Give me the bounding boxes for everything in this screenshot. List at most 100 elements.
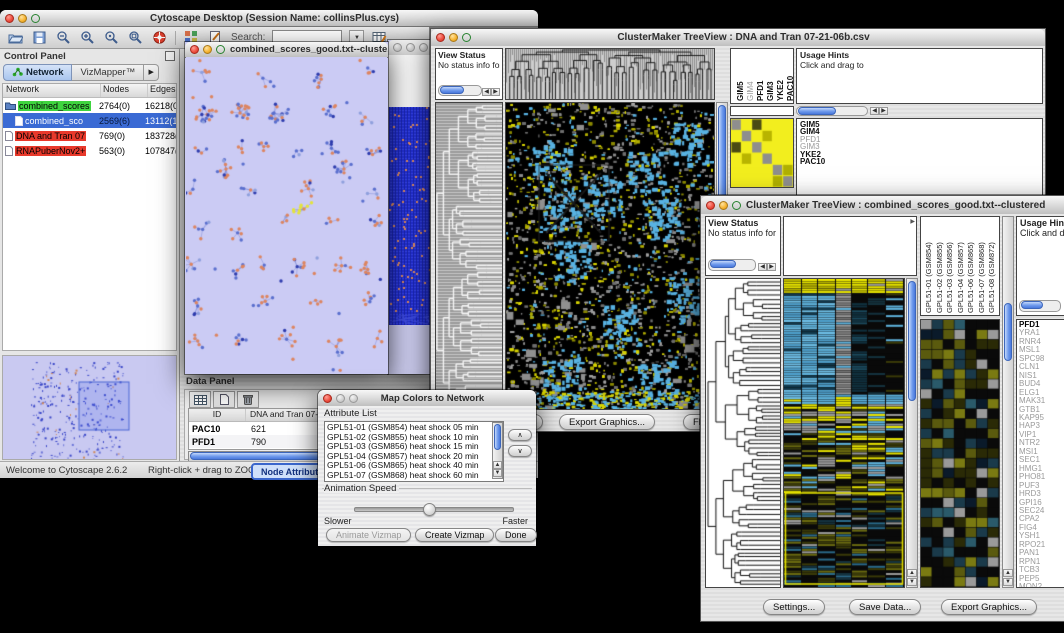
zoom-button[interactable] [349,394,358,403]
gene-list-item[interactable]: GIM3 [800,143,1039,150]
tab-network[interactable]: Network [3,64,72,81]
column-label[interactable]: GPL51-07 (GSM868) [977,221,987,313]
minimize-button[interactable] [336,394,345,403]
create-vizmap-button[interactable]: Create Vizmap [415,528,494,542]
scroll-left-arrow[interactable]: ◀ [870,107,879,115]
float-panel-icon[interactable] [165,51,175,61]
column-label[interactable]: GIM5 [736,55,745,101]
open-file-icon[interactable] [7,29,24,46]
heatmap-vscrollbar[interactable]: ▲ ▼ [906,278,918,588]
datapanel-col-id[interactable]: ID [189,409,246,421]
scroll-down-arrow[interactable]: ▼ [907,578,917,586]
minimize-button[interactable] [406,43,415,52]
network-row[interactable]: RNAPuberNov2+ 563(0) 107847(0) [3,143,176,158]
view-status-scrollbar[interactable] [708,259,756,271]
view-status-scrollbar[interactable] [438,85,482,96]
attribute-list-scrollbar[interactable]: ▲ ▼ [492,422,503,479]
dense-network-canvas[interactable] [389,107,432,325]
scroll-left-arrow[interactable]: ◀ [758,263,767,271]
minimize-button[interactable] [18,14,27,23]
column-label[interactable]: GIM3 [766,55,775,101]
col-header-edges[interactable]: Edges [148,84,176,97]
new-document-icon[interactable] [213,391,235,408]
scroll-down-arrow[interactable]: ▼ [1003,578,1013,586]
export-graphics-button[interactable]: Export Graphics... [559,414,655,430]
zoom-button[interactable] [462,33,471,42]
gene-list-item[interactable]: YKE2 [800,151,1039,158]
network-row-selected[interactable]: combined_sco 2569(6) 13112(15) [3,113,176,128]
gene-list-item[interactable]: GIM5 [800,121,1039,128]
tab-overflow-arrow[interactable]: ▶ [144,64,159,81]
network-row[interactable]: combined_scores 2764(0) 16218(0) [3,98,176,113]
gene-list-item[interactable]: MON2 [1017,583,1064,588]
column-dendrogram[interactable] [505,48,715,100]
scroll-left-arrow[interactable]: ◀ [482,88,491,96]
animate-vizmap-button[interactable]: Animate Vizmap [326,528,411,542]
table-grid-icon[interactable] [189,391,211,408]
heatmap-global[interactable] [783,278,905,588]
zoom-fit-icon[interactable] [127,29,144,46]
row-value[interactable]: 621 [245,424,266,434]
scroll-up-arrow[interactable]: ▲ [1003,569,1013,577]
zoom-button[interactable] [31,14,40,23]
column-label[interactable]: GPL51-04 (GSM857) [956,221,966,313]
zoom-in-icon[interactable] [79,29,96,46]
column-label[interactable]: GPL51-06 (GSM865) [966,221,976,313]
zoom-button[interactable] [732,201,741,210]
close-button[interactable] [323,394,332,403]
gene-list-item[interactable]: PFD1 [800,136,1039,143]
minimize-button[interactable] [203,45,212,54]
column-label[interactable]: GIM4 [746,55,755,101]
column-dendrogram[interactable]: ▶ [783,216,917,276]
scroll-up-arrow[interactable]: ▲ [907,569,917,577]
close-button[interactable] [436,33,445,42]
col-header-network[interactable]: Network [3,84,101,97]
row-dendrogram[interactable] [705,278,781,588]
close-button[interactable] [706,201,715,210]
heatmap-zoom-matrix[interactable] [730,118,794,188]
close-button[interactable] [5,14,14,23]
slider-thumb[interactable] [423,503,436,516]
export-graphics-button[interactable]: Export Graphics... [941,599,1037,615]
column-label[interactable]: GPL51-01 (GSM854) [924,221,934,313]
heatmap-global[interactable] [505,102,715,410]
label-scroll-strip[interactable] [730,106,794,116]
scroll-up-arrow[interactable]: ▲ [493,461,502,469]
column-label[interactable]: PFD1 [756,55,765,101]
move-down-button[interactable]: ∨ [508,445,532,457]
row-id[interactable]: PFD1 [189,437,245,447]
move-up-button[interactable]: ∧ [508,429,532,441]
zoom-selected-icon[interactable] [103,29,120,46]
network-canvas[interactable] [186,57,387,373]
network-row[interactable]: DNA and Tran 07 769(0) 183728(0) [3,128,176,143]
tab-vizmapper[interactable]: VizMapper™ [72,64,144,81]
column-label[interactable]: YKE2 [776,55,785,101]
close-button[interactable] [393,43,402,52]
col-header-nodes[interactable]: Nodes [101,84,148,97]
done-button[interactable]: Done [495,528,537,542]
minimize-button[interactable] [719,201,728,210]
minimize-button[interactable] [449,33,458,42]
save-icon[interactable] [31,29,48,46]
column-label[interactable]: GPL51-03 (GSM856) [945,221,955,313]
zoom-button[interactable] [419,43,428,52]
settings-button[interactable]: Settings... [763,599,825,615]
help-lifering-icon[interactable] [151,29,168,46]
row-value[interactable]: 790 [245,437,266,447]
trash-icon[interactable] [237,391,259,408]
column-label[interactable]: PAC10 [786,55,794,101]
attribute-list-item[interactable]: GPL51-07 (GSM868) heat shock 60 min [325,471,492,481]
usage-hints-scrollbar[interactable] [796,106,868,116]
zoom-vscrollbar[interactable]: ▲ ▼ [1002,216,1014,588]
gene-list-item[interactable]: GIM4 [800,128,1039,135]
animation-speed-slider[interactable] [354,507,514,512]
scroll-right-arrow[interactable]: ▶ [767,263,776,271]
usage-hints-scrollbar[interactable] [1019,300,1061,312]
close-button[interactable] [190,45,199,54]
heatmap-zoom[interactable] [920,319,1000,588]
scroll-down-arrow[interactable]: ▼ [493,469,502,477]
save-data-button[interactable]: Save Data... [849,599,921,615]
scroll-up-arrow[interactable]: ▶ [910,218,915,225]
row-dendrogram[interactable] [435,102,503,410]
zoom-button[interactable] [216,45,225,54]
